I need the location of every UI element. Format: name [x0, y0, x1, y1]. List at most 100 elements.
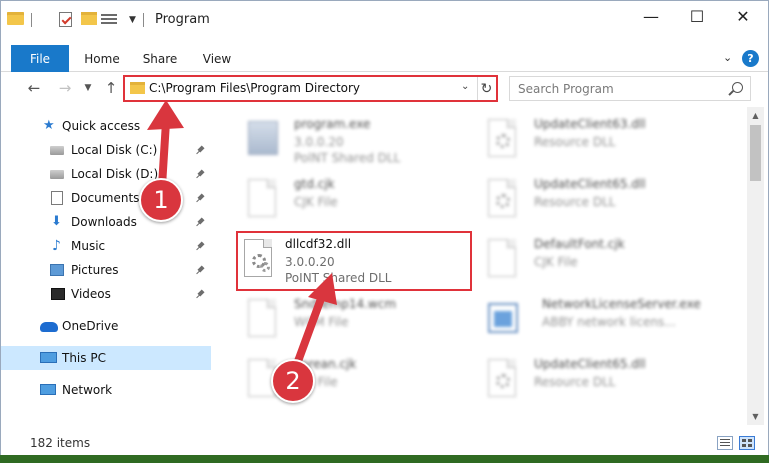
sidebar-item-label: Pictures: [71, 263, 119, 277]
file-type: WCM File: [294, 315, 349, 329]
search-icon[interactable]: [732, 82, 743, 93]
tab-view[interactable]: View: [200, 45, 234, 72]
documents-icon: [51, 191, 63, 205]
dll-file-icon: [484, 117, 520, 161]
sidebar-item-pictures[interactable]: Pictures: [1, 258, 211, 282]
file-type: CJK File: [534, 255, 578, 269]
help-button[interactable]: ?: [742, 50, 759, 67]
tab-share[interactable]: Share: [143, 45, 178, 72]
sidebar-item-label: Downloads: [71, 215, 137, 229]
customize-toolbar-chevron-icon[interactable]: ▼: [129, 15, 136, 25]
file-description: PolNT Shared DLL: [294, 151, 401, 165]
minimize-button[interactable]: —: [628, 1, 674, 31]
sidebar-item-label: Local Disk (C:): [71, 143, 158, 157]
file-item[interactable]: program.exe 3.0.0.20 PolNT Shared DLL: [244, 115, 484, 165]
sidebar-item-label: Music: [71, 239, 106, 253]
file-name: UpdateClient65.dll: [534, 357, 646, 371]
scroll-thumb[interactable]: [750, 125, 761, 181]
pin-icon: [196, 218, 204, 226]
expand-ribbon-chevron-icon[interactable]: ⌄: [723, 51, 732, 64]
blank-file-icon: [244, 177, 280, 221]
close-button[interactable]: ✕: [720, 1, 766, 31]
view-options-icon[interactable]: [101, 12, 117, 26]
search-box[interactable]: [509, 76, 751, 101]
folder-icon: [7, 12, 24, 25]
file-item[interactable]: DefaultFont.cjk CJK File: [484, 235, 724, 285]
download-icon: ⬇: [51, 214, 62, 229]
callout-badge-2: 2: [271, 359, 315, 403]
item-count: 182 items: [30, 436, 91, 450]
folder-icon: [130, 82, 145, 94]
sidebar-item-quick-access[interactable]: ★ Quick access: [1, 114, 211, 138]
file-name: gtd.cjk: [294, 177, 335, 191]
file-name: DefaultFont.cjk: [534, 237, 625, 251]
file-type: Resource DLL: [534, 135, 616, 149]
explorer-window: ▼ Program — ☐ ✕ File Home Share View ⌄ ?…: [0, 0, 769, 455]
status-bar: 182 items: [1, 431, 768, 455]
onedrive-icon: [40, 322, 58, 332]
file-name: NetworkLicenseServer.exe: [542, 297, 701, 311]
address-bar[interactable]: C:\Program Files\Program Directory ⌄ ↻: [123, 75, 498, 102]
back-button[interactable]: ←: [23, 77, 45, 99]
file-type: Resource DLL: [534, 195, 616, 209]
up-button[interactable]: ↑: [100, 77, 122, 99]
recent-locations-chevron-icon[interactable]: ▼: [82, 77, 94, 99]
dll-file-icon: [484, 177, 520, 221]
properties-icon[interactable]: [59, 12, 72, 27]
file-item[interactable]: UpdateClient63.dll Resource DLL: [484, 115, 724, 165]
pin-icon: [196, 242, 204, 250]
new-folder-icon[interactable]: [81, 12, 97, 25]
pin-icon: [196, 170, 204, 178]
address-history-chevron-icon[interactable]: ⌄: [461, 81, 469, 92]
forward-button[interactable]: →: [54, 77, 76, 99]
sidebar-item-label: This PC: [62, 351, 106, 365]
title-bar: ▼ Program — ☐ ✕: [1, 1, 768, 39]
sidebar-item-local-disk-d[interactable]: Local Disk (D:): [1, 162, 211, 186]
navigation-pane: ★ Quick access Local Disk (C:) Local Dis…: [1, 107, 213, 425]
network-app-icon: [484, 297, 520, 341]
sidebar-item-label: OneDrive: [62, 319, 119, 333]
blank-file-icon: [484, 237, 520, 281]
tab-home[interactable]: Home: [84, 45, 119, 72]
scroll-down-arrow-icon[interactable]: ▼: [747, 408, 764, 425]
pictures-icon: [50, 264, 64, 276]
sidebar-item-label: Network: [62, 383, 113, 397]
search-input[interactable]: [510, 77, 730, 100]
file-name: UpdateClient65.dll: [534, 177, 646, 191]
file-item[interactable]: UpdateClient65.dll Resource DLL: [484, 175, 724, 225]
videos-icon: [51, 288, 65, 300]
sidebar-item-label: Videos: [71, 287, 111, 301]
sidebar-item-downloads[interactable]: ⬇ Downloads: [1, 210, 211, 234]
sidebar-item-network[interactable]: Network: [1, 378, 211, 402]
file-item[interactable]: NetworkLicenseServer.exe ABBY network li…: [484, 295, 724, 345]
refresh-button[interactable]: ↻: [477, 77, 495, 100]
scroll-up-arrow-icon[interactable]: ▲: [747, 107, 764, 124]
details-view-icon[interactable]: [717, 436, 733, 450]
file-item[interactable]: UpdateClient65.dll Resource DLL: [484, 355, 724, 405]
pin-icon: [196, 290, 204, 298]
sidebar-item-local-disk-c[interactable]: Local Disk (C:): [1, 138, 211, 162]
ribbon-tabs: File Home Share View ⌄ ?: [1, 45, 768, 72]
sidebar-item-this-pc[interactable]: This PC: [1, 346, 211, 370]
this-pc-icon: [40, 352, 57, 363]
vertical-scrollbar[interactable]: ▲ ▼: [747, 107, 764, 425]
file-item[interactable]: gtd.cjk CJK File: [244, 175, 484, 225]
disk-icon: [50, 170, 64, 179]
sidebar-item-music[interactable]: ♪ Music: [1, 234, 211, 258]
sidebar-item-videos[interactable]: Videos: [1, 282, 211, 306]
sidebar-item-label: Documents: [71, 191, 140, 205]
file-type: CJK File: [294, 195, 338, 209]
file-item[interactable]: SndTemp14.wcm WCM File: [244, 295, 484, 345]
file-name: UpdateClient63.dll: [534, 117, 646, 131]
sidebar-item-label: Quick access: [62, 119, 141, 133]
toolbar-separator: [143, 13, 144, 27]
maximize-button[interactable]: ☐: [674, 1, 720, 31]
dll-file-icon: [484, 357, 520, 401]
file-version: 3.0.0.20: [294, 135, 344, 149]
application-icon: [244, 117, 280, 161]
sidebar-item-onedrive[interactable]: OneDrive: [1, 314, 211, 338]
tiles-view-icon[interactable]: [739, 436, 755, 450]
star-icon: ★: [43, 118, 55, 133]
tab-file[interactable]: File: [11, 45, 69, 72]
address-path[interactable]: C:\Program Files\Program Directory: [149, 81, 360, 95]
